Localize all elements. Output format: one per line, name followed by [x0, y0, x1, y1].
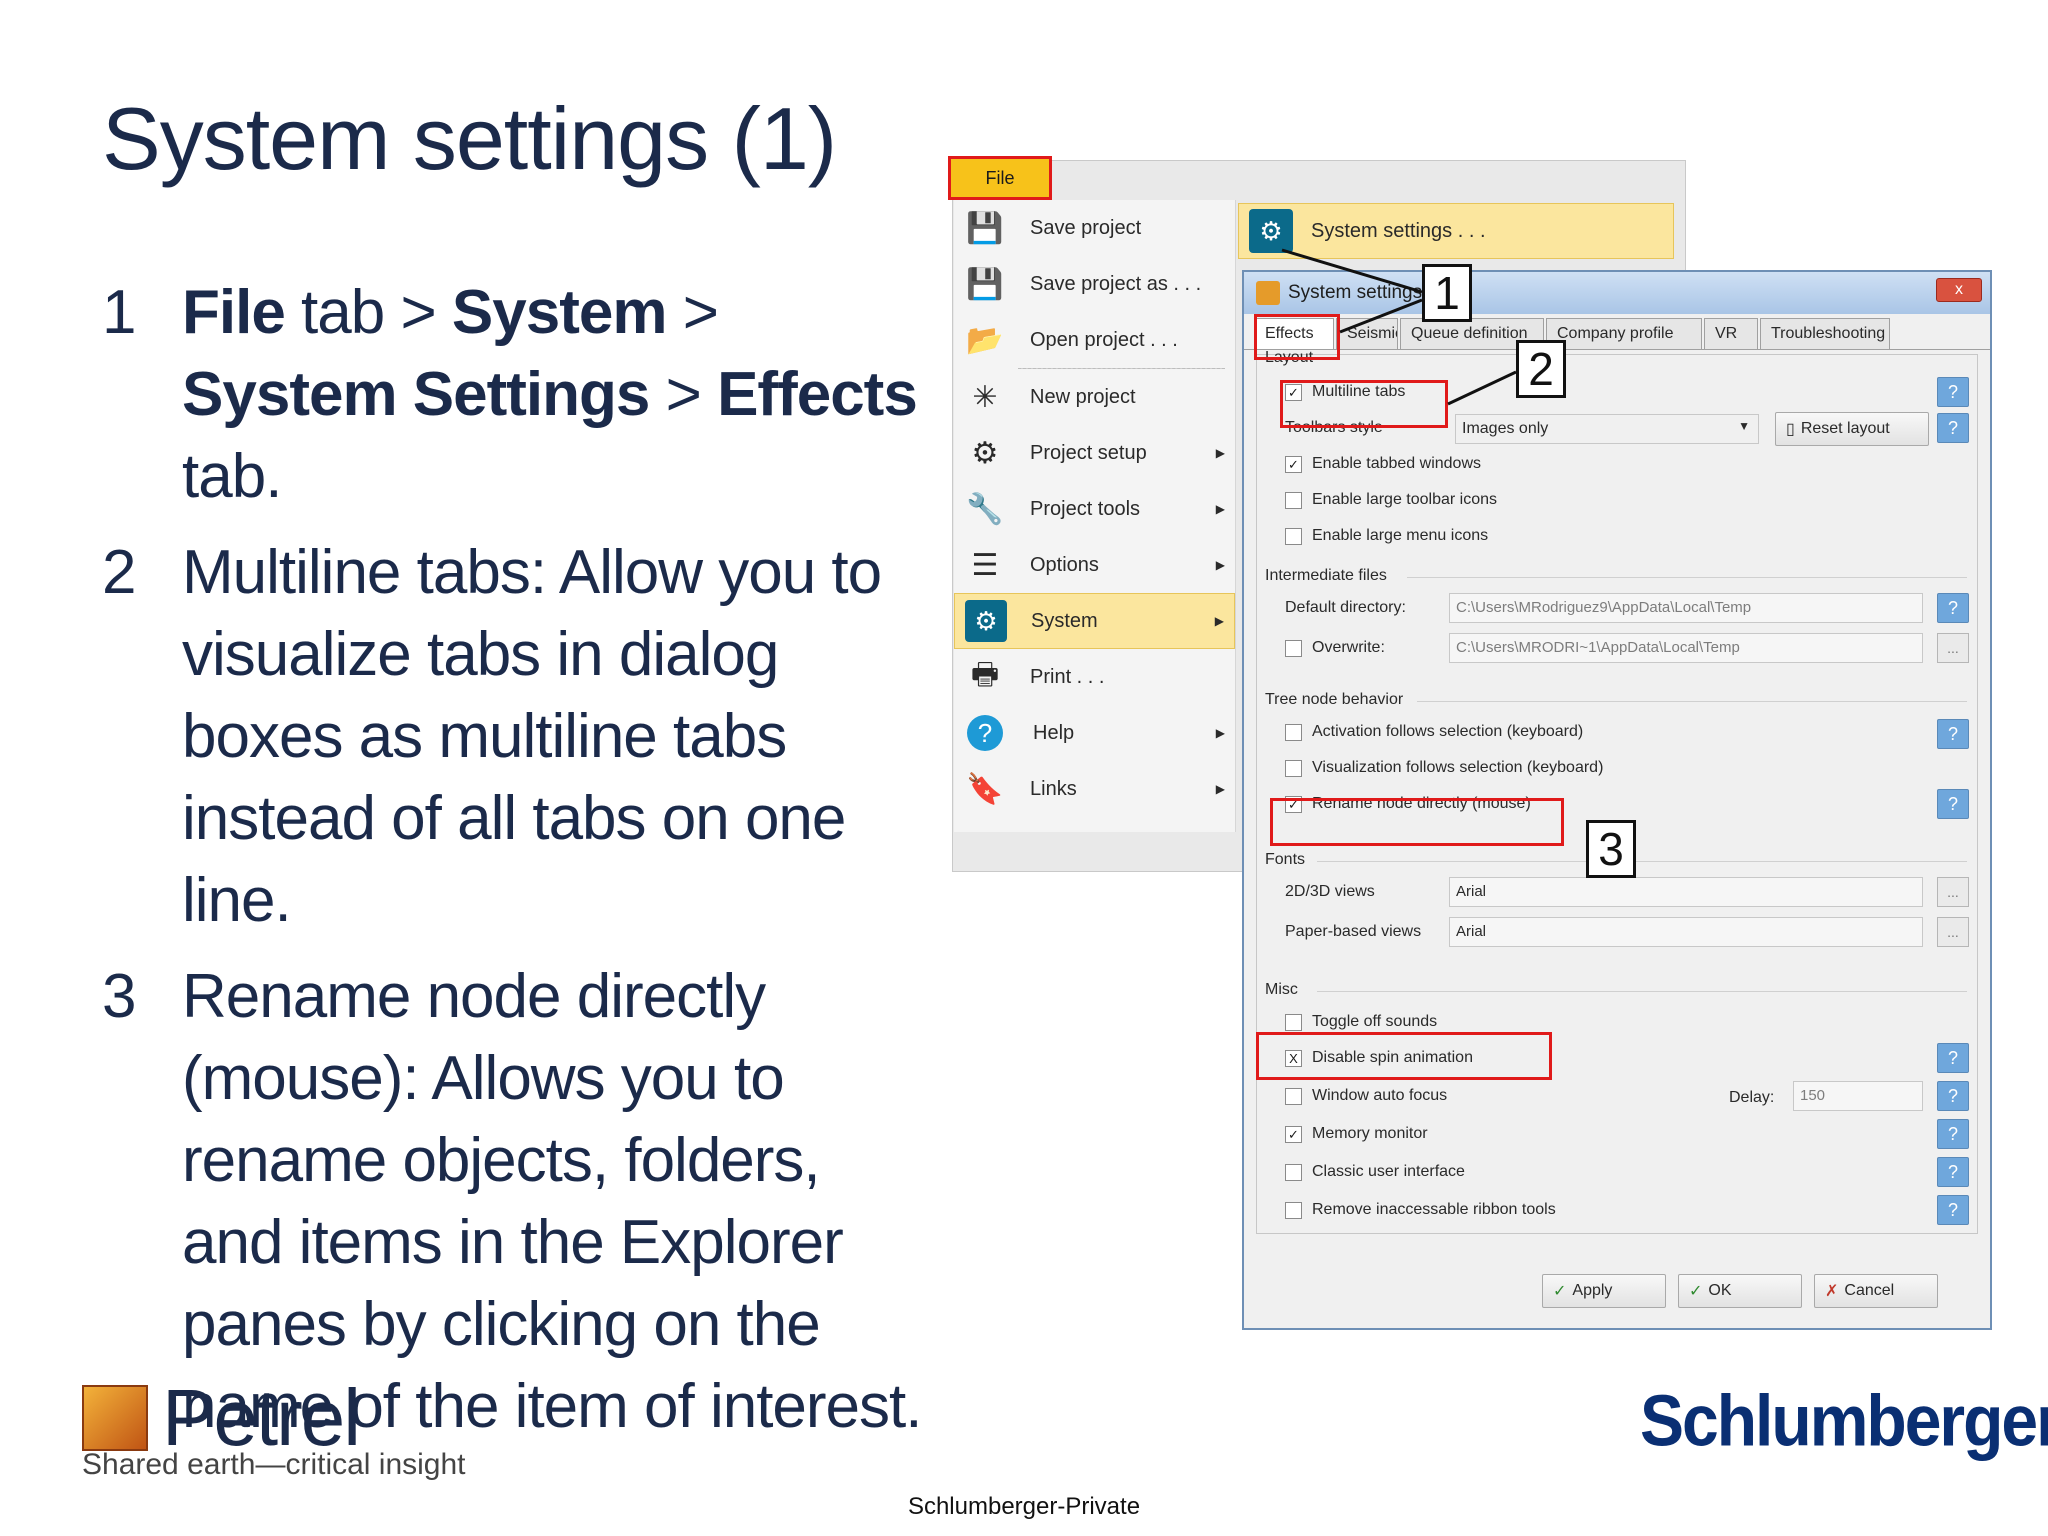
footer-classification: Schlumberger-Private: [907, 1493, 1141, 1520]
petrel-tagline: Shared earth—critical insight: [82, 1448, 466, 1481]
callout-2: 2: [1516, 340, 1566, 398]
schlumberger-logo: Schlumberger: [1640, 1379, 2048, 1461]
callout-lines: [1281, 248, 1517, 406]
callout-line-2: [1447, 370, 1517, 406]
petrel-bird-icon: [82, 1385, 148, 1451]
callout-line-1b: [1339, 298, 1423, 334]
callout-1: 1: [1422, 264, 1472, 322]
callout-3: 3: [1586, 820, 1636, 878]
callout-line-1a: [1281, 248, 1423, 294]
